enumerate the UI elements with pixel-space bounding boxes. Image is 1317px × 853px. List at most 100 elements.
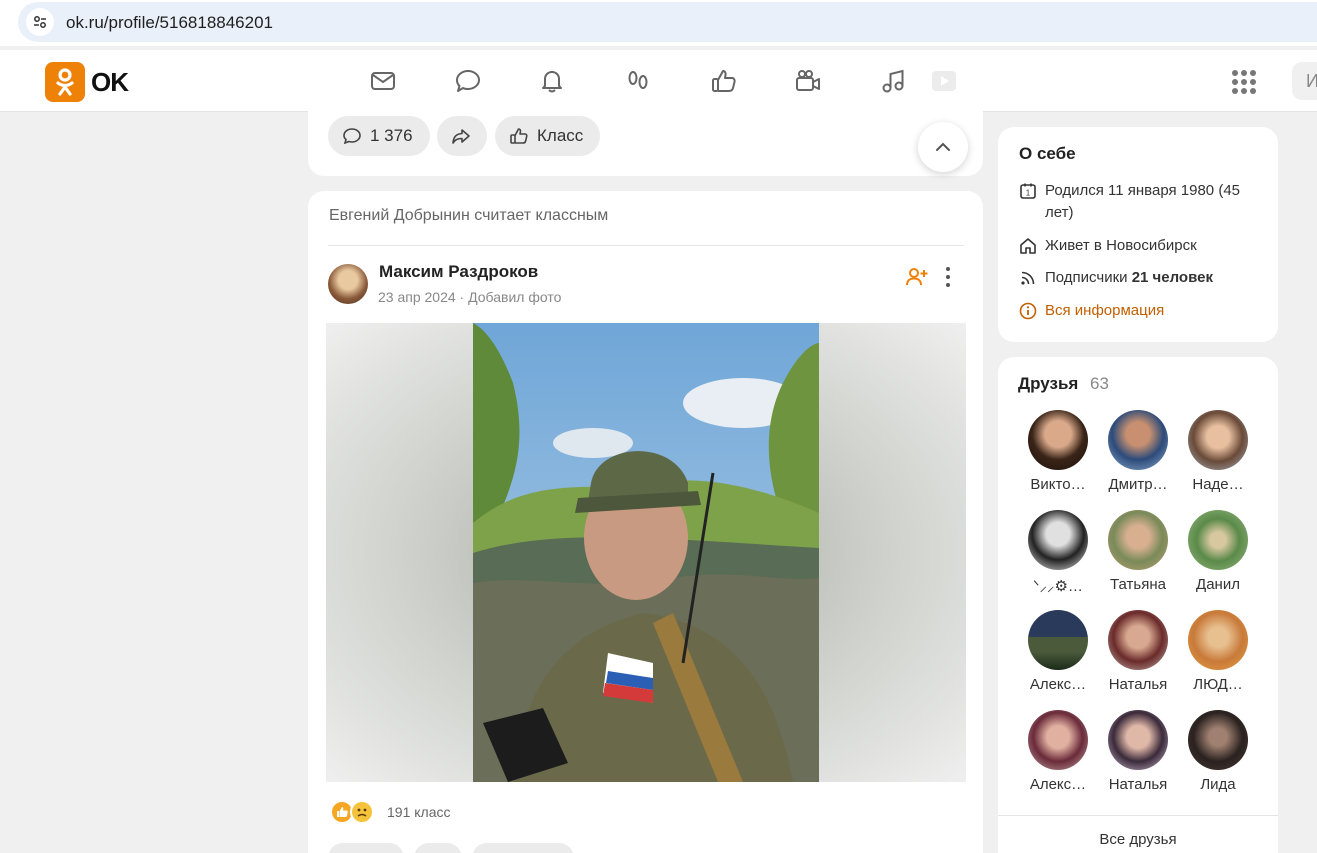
logo-text[interactable]: OK <box>91 67 129 98</box>
friend-card[interactable]: Алекс… <box>1018 610 1098 693</box>
friend-card[interactable]: Дмитр… <box>1098 410 1178 493</box>
browser-address-bar: ok.ru/profile/516818846201 <box>0 0 1317 46</box>
bell-icon[interactable] <box>537 66 567 96</box>
rss-icon <box>1021 271 1035 285</box>
friend-card[interactable]: Наде… <box>1178 410 1258 493</box>
calendar-icon: 1 <box>1020 183 1036 199</box>
friend-card[interactable]: Татьяна <box>1098 510 1178 593</box>
comments-button[interactable]: 1 376 <box>328 116 430 156</box>
birth-row: 1 Родился 11 января 1980 (45 лет) <box>1019 180 1259 224</box>
share-button[interactable] <box>437 116 487 156</box>
friend-card[interactable]: Алекс… <box>1018 710 1098 793</box>
lives-row: Живет в Новосибирск <box>1019 235 1197 257</box>
video-play-icon[interactable] <box>929 66 959 96</box>
guests-footprints-icon[interactable] <box>623 66 653 96</box>
friend-name: ᐠ⸝⸝⚙︎… <box>1033 578 1083 595</box>
divider <box>328 245 964 246</box>
class-button[interactable] <box>472 843 574 853</box>
video-camera-icon[interactable] <box>793 66 823 96</box>
author-avatar[interactable] <box>328 264 368 304</box>
birth-text: Родился 11 января 1980 (45 лет) <box>1045 182 1240 221</box>
about-title: О себе <box>1019 144 1076 163</box>
svg-text:1: 1 <box>1026 189 1031 198</box>
comments-count: 1 376 <box>370 126 413 145</box>
avatar <box>1188 510 1248 570</box>
avatar <box>1028 410 1088 470</box>
subscribers-value: 21 человек <box>1131 269 1213 286</box>
avatar <box>1028 710 1088 770</box>
avatar <box>1188 410 1248 470</box>
avatar <box>1028 610 1088 670</box>
friend-card[interactable]: Наталья <box>1098 610 1178 693</box>
chevron-up-icon <box>936 142 950 151</box>
sad-reaction-icon <box>350 800 374 824</box>
info-icon <box>1019 302 1037 320</box>
avatar <box>1108 510 1168 570</box>
url-text: ok.ru/profile/516818846201 <box>66 13 273 32</box>
comment-icon <box>343 128 361 145</box>
share-arrow-icon <box>452 129 470 144</box>
mail-icon[interactable] <box>368 66 398 96</box>
friend-name: Лида <box>1200 776 1236 793</box>
music-note-icon[interactable] <box>878 66 908 96</box>
subscribers-row[interactable]: Подписчики 21 человек <box>1019 267 1213 289</box>
post-date[interactable]: 23 апр 2024 <box>378 289 456 305</box>
site-settings-icon[interactable] <box>26 8 54 36</box>
lives-city[interactable]: Новосибирск <box>1106 237 1197 254</box>
friend-card[interactable]: Лида <box>1178 710 1258 793</box>
lives-prefix: Живет в <box>1045 237 1102 254</box>
friend-name: Наде… <box>1192 476 1244 493</box>
friend-name: Викто… <box>1030 476 1086 493</box>
reactions-count[interactable]: 191 класс <box>387 804 451 820</box>
friends-title[interactable]: Друзья <box>1018 374 1078 394</box>
friend-card[interactable]: ЛЮД… <box>1178 610 1258 693</box>
avatar <box>1188 610 1248 670</box>
friend-name: Наталья <box>1108 676 1168 693</box>
scroll-up-button[interactable] <box>918 122 968 172</box>
friends-count: 63 <box>1090 374 1109 393</box>
avatar <box>1108 710 1168 770</box>
more-options-icon[interactable] <box>944 267 952 287</box>
meta-separator: · <box>459 289 465 305</box>
post-meta: 23 апр 2024 · Добавил фото <box>378 289 561 305</box>
like-thumb-icon <box>510 128 528 144</box>
author-name[interactable]: Максим Раздроков <box>379 262 538 282</box>
class-label: Класс <box>537 126 584 145</box>
friend-name: Наталья <box>1108 776 1168 793</box>
home-icon <box>1020 238 1036 254</box>
post-photo[interactable] <box>326 323 966 782</box>
comments-button[interactable] <box>328 843 404 853</box>
friend-name: Алекс… <box>1029 676 1087 693</box>
friend-name: ЛЮД… <box>1193 676 1243 693</box>
all-info-link[interactable]: Вся информация <box>1019 300 1164 322</box>
avatar <box>1108 610 1168 670</box>
post-action: Добавил фото <box>468 289 562 305</box>
feed-context-text: Евгений Добрынин считает классным <box>329 207 609 224</box>
friend-name: Алекс… <box>1029 776 1087 793</box>
like-thumb-icon[interactable] <box>709 66 739 96</box>
divider <box>998 815 1278 816</box>
search-field[interactable]: И <box>1292 62 1317 100</box>
add-friend-icon[interactable] <box>906 266 928 288</box>
friend-card[interactable]: Данил <box>1178 510 1258 593</box>
chat-bubble-icon[interactable] <box>453 66 483 96</box>
friend-name: Дмитр… <box>1108 476 1168 493</box>
avatar <box>1108 410 1168 470</box>
class-button[interactable]: Класс <box>495 116 600 156</box>
ok-logo-icon[interactable] <box>45 62 85 102</box>
avatar <box>1188 710 1248 770</box>
share-button[interactable] <box>414 843 462 853</box>
all-friends-link[interactable]: Все друзья <box>998 831 1278 848</box>
subscribers-label: Подписчики <box>1045 269 1128 286</box>
friend-card[interactable]: Наталья <box>1098 710 1178 793</box>
photo-image <box>473 323 819 782</box>
avatar <box>1028 510 1088 570</box>
friend-card[interactable]: ᐠ⸝⸝⚙︎… <box>1018 510 1098 596</box>
all-info-text[interactable]: Вся информация <box>1045 300 1164 322</box>
friend-name: Данил <box>1196 576 1240 593</box>
reactions-summary[interactable] <box>330 799 374 825</box>
friend-name: Татьяна <box>1110 576 1166 593</box>
apps-grid-icon[interactable] <box>1232 70 1256 94</box>
url-field[interactable]: ok.ru/profile/516818846201 <box>18 2 1317 42</box>
friend-card[interactable]: Викто… <box>1018 410 1098 493</box>
